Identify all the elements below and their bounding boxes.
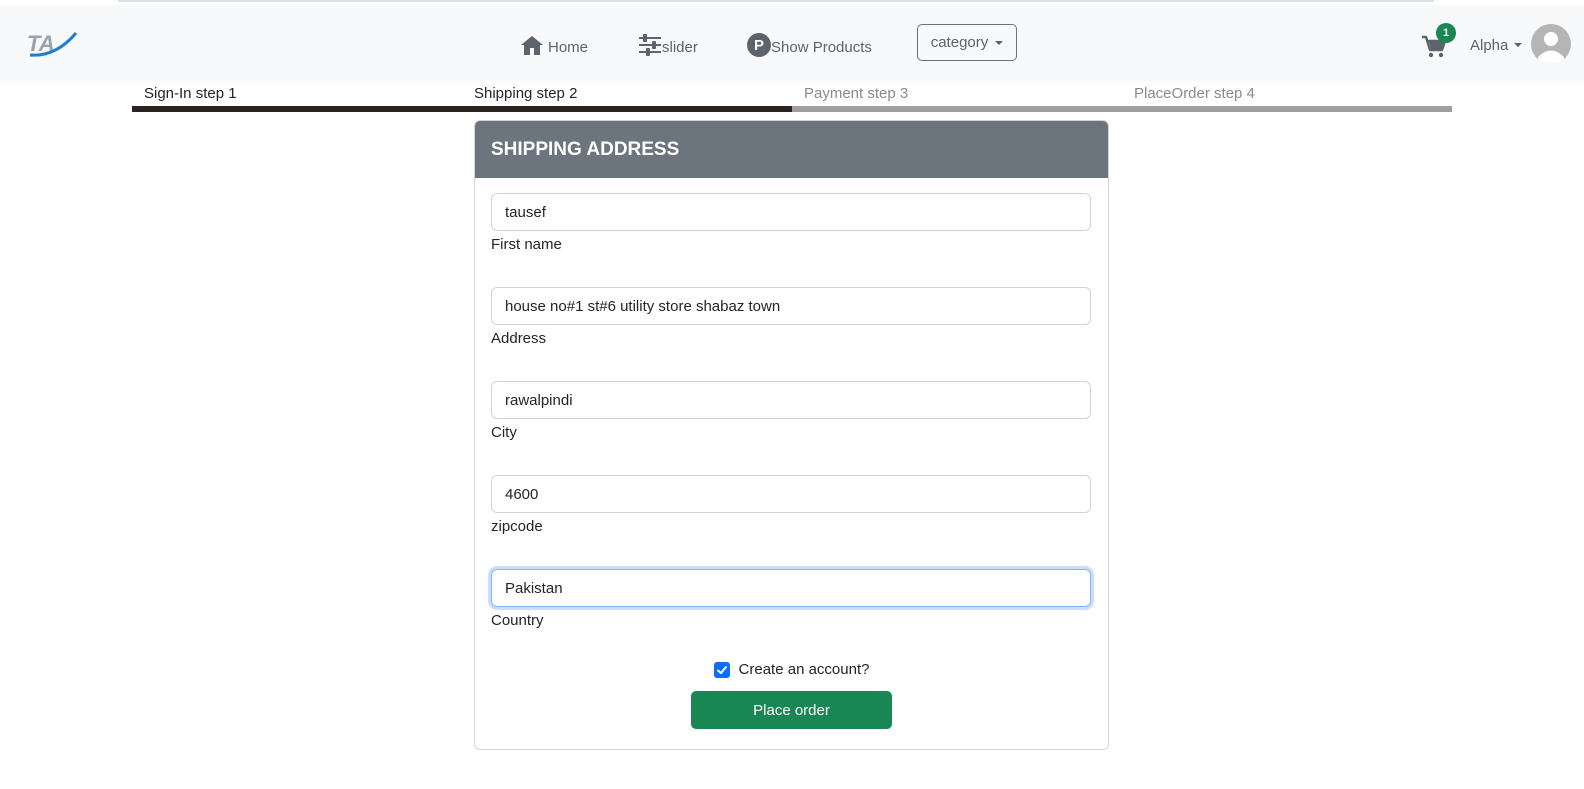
step-label: Payment step 3 (804, 85, 909, 102)
create-account-label: Create an account? (738, 661, 870, 678)
city-field[interactable] (491, 381, 1091, 419)
zipcode-label: zipcode (491, 518, 543, 535)
address-field[interactable] (491, 287, 1091, 325)
create-account-row: Create an account? (475, 661, 1108, 678)
nav-slider-label: slider (662, 38, 698, 56)
address-group: Address (491, 287, 1091, 347)
step-placeorder: PlaceOrder step 4 (1122, 82, 1452, 112)
caret-down-icon (1514, 43, 1523, 47)
user-menu-toggle[interactable]: Alpha (1470, 35, 1523, 55)
first-name-label: First name (491, 236, 562, 253)
cart-count-badge: 1 (1436, 23, 1456, 43)
step-progress-bar (792, 106, 1122, 112)
step-progress-bar (1122, 106, 1452, 112)
place-order-button[interactable]: Place order (691, 691, 892, 729)
step-signin: Sign-In step 1 (132, 82, 462, 112)
user-name-label: Alpha (1470, 36, 1509, 54)
top-divider (118, 0, 1434, 2)
step-label: Sign-In step 1 (144, 85, 237, 102)
country-label: Country (491, 612, 544, 629)
step-progress-bar (462, 106, 792, 112)
country-field[interactable] (491, 569, 1091, 607)
first-name-group: First name (491, 193, 1091, 253)
first-name-field[interactable] (491, 193, 1091, 231)
products-p-icon: P (747, 33, 771, 57)
shipping-address-card: SHIPPING ADDRESS First name Address City… (474, 120, 1109, 750)
user-icon (1538, 32, 1564, 64)
nav-products-label: Show Products (771, 38, 872, 56)
card-title: SHIPPING ADDRESS (475, 121, 1108, 178)
zipcode-group: zipcode (491, 475, 1091, 535)
create-account-checkbox[interactable] (713, 661, 730, 678)
nav-slider-link[interactable]: slider (638, 30, 698, 60)
nav-home-label: Home (548, 38, 589, 56)
category-label: category (930, 34, 989, 51)
address-label: Address (491, 330, 547, 347)
city-label: City (491, 424, 517, 441)
sliders-icon (639, 34, 661, 56)
checkmark-icon (716, 665, 727, 674)
navbar: TA Home slider P Show Products category … (0, 5, 1584, 81)
checkout-steps: Sign-In step 1 Shipping step 2 Payment s… (132, 82, 1452, 112)
zipcode-field[interactable] (491, 475, 1091, 513)
step-shipping: Shipping step 2 (462, 82, 792, 112)
country-group: Country (491, 569, 1091, 629)
avatar[interactable] (1531, 24, 1571, 64)
logo-icon[interactable]: TA (26, 27, 80, 59)
step-payment: Payment step 3 (792, 82, 1122, 112)
category-dropdown[interactable]: category (917, 24, 1017, 61)
city-group: City (491, 381, 1091, 441)
step-progress-bar (132, 106, 462, 112)
caret-down-icon (995, 40, 1004, 45)
home-icon (521, 36, 543, 55)
step-label: Shipping step 2 (474, 85, 578, 102)
nav-home-link[interactable]: Home (520, 30, 588, 60)
step-label: PlaceOrder step 4 (1134, 85, 1255, 102)
nav-products-link[interactable]: P Show Products (747, 30, 872, 60)
